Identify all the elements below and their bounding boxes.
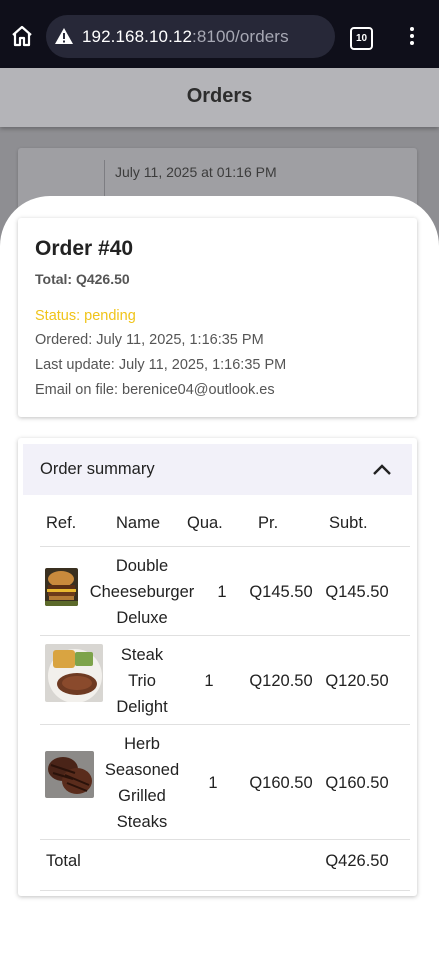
- item-name: Herb Seasoned Grilled Steaks: [98, 731, 186, 835]
- tab-count-button[interactable]: 10: [350, 27, 373, 50]
- item-subtotal: Q120.50: [325, 672, 389, 690]
- order-summary-toggle[interactable]: Order summary: [23, 444, 412, 495]
- column-header-ref: Ref.: [46, 514, 77, 532]
- item-name-line: Steaks: [116, 813, 168, 831]
- item-name-line: Delight: [116, 698, 168, 716]
- column-header-price: Pr.: [258, 514, 279, 532]
- item-subtotal: Q160.50: [325, 774, 389, 792]
- item-name-line: Herb: [124, 735, 160, 753]
- url-text: 192.168.10.12:8100/orders: [82, 27, 289, 47]
- column-header-quantity: Qua.: [187, 514, 223, 532]
- table-divider: [40, 839, 410, 840]
- url-host: 192.168.10.12: [82, 27, 193, 46]
- order-summary-label: Order summary: [40, 460, 155, 478]
- order-summary-panel: Order summary Ref. Name Qua. Pr. Subt. D…: [18, 438, 417, 896]
- url-path: :8100/orders: [192, 27, 289, 46]
- order-email: Email on file: berenice04@outlook.es: [35, 382, 275, 398]
- background-order-date: July 11, 2025 at 01:16 PM: [115, 164, 277, 180]
- table-divider: [40, 635, 410, 636]
- app-header: Orders: [0, 68, 439, 127]
- address-bar[interactable]: 192.168.10.12:8100/orders: [46, 15, 335, 58]
- order-detail-sheet: Order #40 Total: Q426.50 Status: pending…: [0, 196, 439, 974]
- item-name: Double Cheeseburger Deluxe: [88, 553, 196, 631]
- table-divider: [40, 890, 410, 891]
- burger-image: [45, 568, 78, 606]
- column-header-subtotal: Subt.: [329, 514, 368, 532]
- item-name-line: Cheeseburger: [89, 583, 195, 601]
- item-price: Q160.50: [249, 774, 313, 792]
- order-status: Status: pending: [35, 308, 136, 324]
- total-label: Total: [46, 852, 81, 870]
- item-price: Q145.50: [249, 583, 313, 601]
- item-quantity: 1: [217, 583, 227, 601]
- timeline-divider: [104, 160, 105, 200]
- order-last-update: Last update: July 11, 2025, 1:16:35 PM: [35, 357, 287, 373]
- home-icon[interactable]: [10, 24, 34, 48]
- item-quantity: 1: [204, 672, 214, 690]
- item-price: Q120.50: [249, 672, 313, 690]
- order-info-card: Order #40 Total: Q426.50 Status: pending…: [18, 218, 417, 417]
- item-name-line: Seasoned: [104, 761, 180, 779]
- item-name-line: Double: [115, 557, 169, 575]
- column-header-name: Name: [116, 514, 161, 532]
- warning-icon[interactable]: [54, 27, 74, 45]
- order-total: Total: Q426.50: [35, 271, 130, 287]
- total-value: Q426.50: [325, 852, 389, 870]
- item-name: Steak Trio Delight: [108, 642, 176, 720]
- chevron-up-icon[interactable]: [372, 462, 392, 476]
- page-title: Orders: [186, 85, 253, 107]
- table-divider: [40, 546, 410, 547]
- item-name-line: Deluxe: [116, 609, 168, 627]
- item-subtotal: Q145.50: [325, 583, 389, 601]
- table-divider: [40, 724, 410, 725]
- grilled-steaks-image: [45, 751, 94, 798]
- steak-plate-image: [45, 644, 103, 702]
- item-name-line: Trio: [128, 672, 156, 690]
- order-title: Order #40: [35, 237, 134, 260]
- item-name-line: Grilled: [118, 787, 166, 805]
- browser-toolbar: 192.168.10.12:8100/orders 10: [0, 0, 439, 68]
- more-menu-icon[interactable]: [404, 24, 420, 48]
- order-ordered-date: Ordered: July 11, 2025, 1:16:35 PM: [35, 332, 264, 348]
- item-name-line: Steak: [120, 646, 164, 664]
- item-quantity: 1: [208, 774, 218, 792]
